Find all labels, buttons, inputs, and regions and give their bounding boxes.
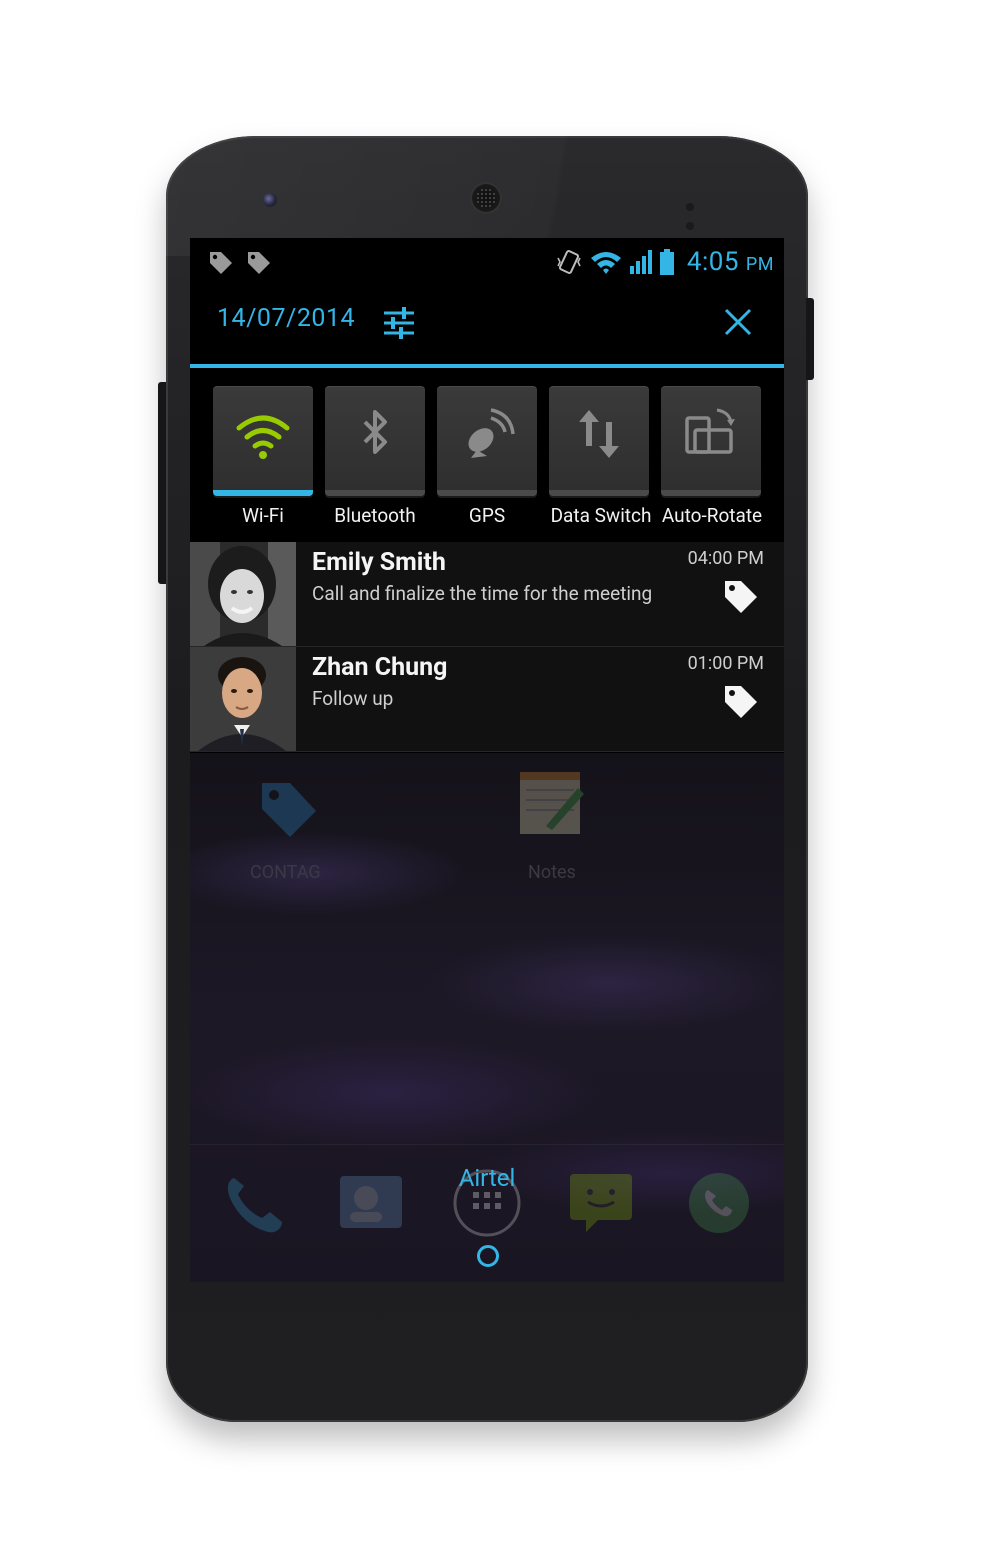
notes-app-label: Notes bbox=[528, 862, 576, 883]
settings-icon[interactable] bbox=[382, 306, 416, 340]
notification-item[interactable]: Zhan Chung Follow up 01:00 PM bbox=[190, 647, 784, 752]
proximity-sensor bbox=[686, 196, 708, 230]
notification-title: Zhan Chung bbox=[312, 653, 448, 682]
gps-icon bbox=[468, 408, 515, 458]
data-switch-toggle[interactable] bbox=[549, 386, 649, 496]
power-button bbox=[806, 298, 814, 380]
clock: 4:05 PM bbox=[686, 247, 774, 277]
tag-icon bbox=[725, 581, 757, 613]
notification-item[interactable]: Emily Smith Call and finalize the time f… bbox=[190, 542, 784, 647]
status-bar: 4:05 PM bbox=[190, 238, 784, 284]
bluetooth-icon bbox=[363, 410, 387, 454]
avatar bbox=[190, 647, 296, 751]
notes-app-icon[interactable] bbox=[516, 768, 586, 838]
volume-rocker bbox=[158, 382, 166, 584]
notification-title: Emily Smith bbox=[312, 548, 446, 577]
tag-icon bbox=[248, 252, 270, 274]
notification-message: Call and finalize the time for the meeti… bbox=[312, 582, 653, 605]
avatar bbox=[190, 542, 296, 646]
wifi-label: Wi-Fi bbox=[242, 504, 284, 527]
wifi-toggle[interactable] bbox=[213, 386, 313, 496]
signal-icon bbox=[629, 250, 652, 274]
bluetooth-toggle[interactable] bbox=[325, 386, 425, 496]
screen: CONTAG Notes Airtel 4:05 PM 14/07/2014 W… bbox=[190, 238, 784, 1282]
gps-toggle[interactable] bbox=[437, 386, 537, 496]
notification-time: 01:00 PM bbox=[687, 653, 764, 674]
notification-message: Follow up bbox=[312, 687, 394, 710]
vibrate-icon bbox=[557, 250, 581, 274]
data-switch-icon bbox=[579, 410, 619, 458]
gps-label: GPS bbox=[468, 504, 506, 527]
auto-rotate-toggle[interactable] bbox=[661, 386, 761, 496]
date-label: 14/07/2014 bbox=[217, 304, 356, 333]
close-icon[interactable] bbox=[722, 306, 754, 338]
wifi-active-indicator bbox=[213, 490, 313, 496]
notification-time: 04:00 PM bbox=[687, 548, 764, 569]
status-icons: 4:05 PM bbox=[555, 242, 774, 282]
shade-handle[interactable] bbox=[477, 1245, 499, 1267]
dock-divider bbox=[190, 1144, 784, 1145]
battery-icon bbox=[659, 249, 674, 275]
front-camera bbox=[263, 193, 277, 207]
bluetooth-label: Bluetooth bbox=[334, 504, 416, 527]
contag-app-icon[interactable] bbox=[252, 773, 322, 843]
tag-icon bbox=[210, 252, 232, 274]
wifi-icon bbox=[590, 252, 621, 274]
wifi-icon bbox=[236, 415, 290, 459]
shade-header: 14/07/2014 bbox=[190, 284, 784, 364]
carrier-label: Airtel bbox=[458, 1164, 516, 1192]
auto-rotate-icon bbox=[685, 408, 735, 454]
earpiece-speaker bbox=[470, 182, 502, 214]
contag-app-label: CONTAG bbox=[250, 862, 321, 883]
data-switch-label: Data Switch bbox=[550, 504, 652, 527]
tag-icon bbox=[725, 686, 757, 718]
auto-rotate-label: Auto-Rotate bbox=[661, 504, 763, 527]
quick-settings: Wi-Fi Bluetooth GPS Data Switch Auto-Rot… bbox=[190, 368, 784, 542]
